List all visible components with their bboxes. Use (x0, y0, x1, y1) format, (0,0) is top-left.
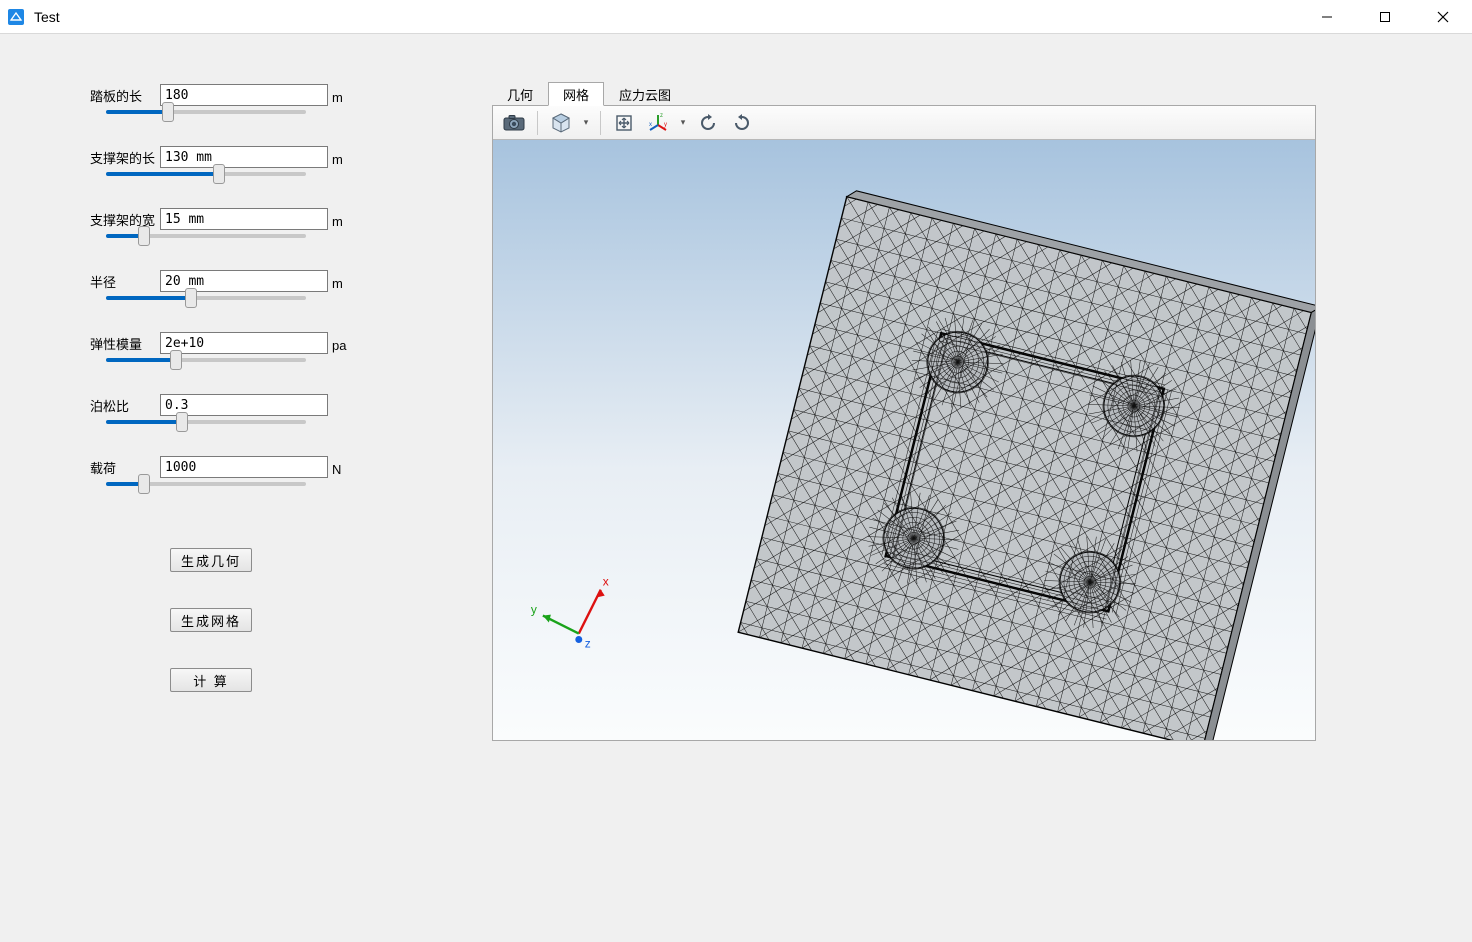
svg-text:y: y (664, 122, 667, 128)
param-pedal-length: 踏板的长 m (90, 84, 448, 106)
minimize-button[interactable] (1298, 0, 1356, 34)
label-load: 载荷 (90, 458, 160, 477)
unit-load: N (332, 462, 341, 477)
slider-load[interactable] (106, 482, 306, 486)
rotate-ccw-icon[interactable] (693, 109, 723, 137)
main-area: 踏板的长 m 支撑架的长 m 支撑架的宽 m 半径 m 弹性模量 pa (0, 34, 1472, 942)
slider-support-length[interactable] (106, 172, 306, 176)
tab-strip: 几何 网格 应力云图 (492, 82, 1472, 106)
label-radius: 半径 (90, 272, 160, 291)
param-modulus: 弹性模量 pa (90, 332, 448, 354)
unit-pedal-length: m (332, 90, 343, 105)
unit-modulus: pa (332, 338, 346, 353)
parameter-panel: 踏板的长 m 支撑架的长 m 支撑架的宽 m 半径 m 弹性模量 pa (0, 34, 480, 942)
label-support-length: 支撑架的长 (90, 148, 160, 167)
tab-stress[interactable]: 应力云图 (604, 82, 686, 106)
label-poisson: 泊松比 (90, 396, 160, 415)
svg-text:z: z (660, 113, 663, 119)
viewer-panel: 几何 网格 应力云图 (480, 34, 1472, 942)
input-support-length[interactable] (160, 146, 328, 168)
unit-support-width: m (332, 214, 343, 229)
toolbar-separator (600, 111, 601, 135)
cube-view-icon[interactable] (546, 109, 576, 137)
maximize-button[interactable] (1356, 0, 1414, 34)
axis-toggle-icon[interactable]: z y x (643, 109, 673, 137)
cube-view-dropdown[interactable] (580, 109, 592, 137)
param-support-width: 支撑架的宽 m (90, 208, 448, 230)
window-title: Test (34, 9, 60, 25)
input-modulus[interactable] (160, 332, 328, 354)
slider-modulus[interactable] (106, 358, 306, 362)
input-load[interactable] (160, 456, 328, 478)
slider-pedal-length[interactable] (106, 110, 306, 114)
label-pedal-length: 踏板的长 (90, 86, 160, 105)
rotate-cw-icon[interactable] (727, 109, 757, 137)
unit-radius: m (332, 276, 343, 291)
label-modulus: 弹性模量 (90, 334, 160, 353)
tab-geometry[interactable]: 几何 (492, 82, 548, 106)
zoom-extents-icon[interactable] (609, 109, 639, 137)
app-icon (6, 7, 26, 27)
generate-mesh-button[interactable]: 生成网格 (170, 608, 252, 632)
slider-support-width[interactable] (106, 234, 306, 238)
titlebar: Test (0, 0, 1472, 34)
toolbar-separator (537, 111, 538, 135)
param-poisson: 泊松比 (90, 394, 448, 416)
param-support-length: 支撑架的长 m (90, 146, 448, 168)
compute-button[interactable]: 计 算 (170, 668, 252, 692)
param-radius: 半径 m (90, 270, 448, 292)
label-support-width: 支撑架的宽 (90, 210, 160, 229)
axis-toggle-dropdown[interactable] (677, 109, 689, 137)
generate-geometry-button[interactable]: 生成几何 (170, 548, 252, 572)
unit-support-length: m (332, 152, 343, 167)
axis-gizmo: x y z (531, 575, 609, 651)
param-load: 载荷 N (90, 456, 448, 478)
axis-y-label: y (531, 603, 537, 617)
viewer-toolbar: z y x (493, 106, 1315, 140)
window-controls (1298, 0, 1472, 34)
axis-z-label: z (585, 636, 591, 650)
action-buttons: 生成几何 生成网格 计 算 (170, 548, 448, 692)
viewer-frame: z y x (492, 105, 1316, 741)
axis-x-label: x (603, 575, 609, 589)
slider-poisson[interactable] (106, 420, 306, 424)
camera-icon[interactable] (499, 109, 529, 137)
input-support-width[interactable] (160, 208, 328, 230)
tab-mesh[interactable]: 网格 (548, 82, 604, 106)
svg-text:x: x (649, 122, 652, 128)
mesh-viewport[interactable]: x y z (493, 140, 1315, 740)
input-pedal-length[interactable] (160, 84, 328, 106)
close-button[interactable] (1414, 0, 1472, 34)
slider-radius[interactable] (106, 296, 306, 300)
